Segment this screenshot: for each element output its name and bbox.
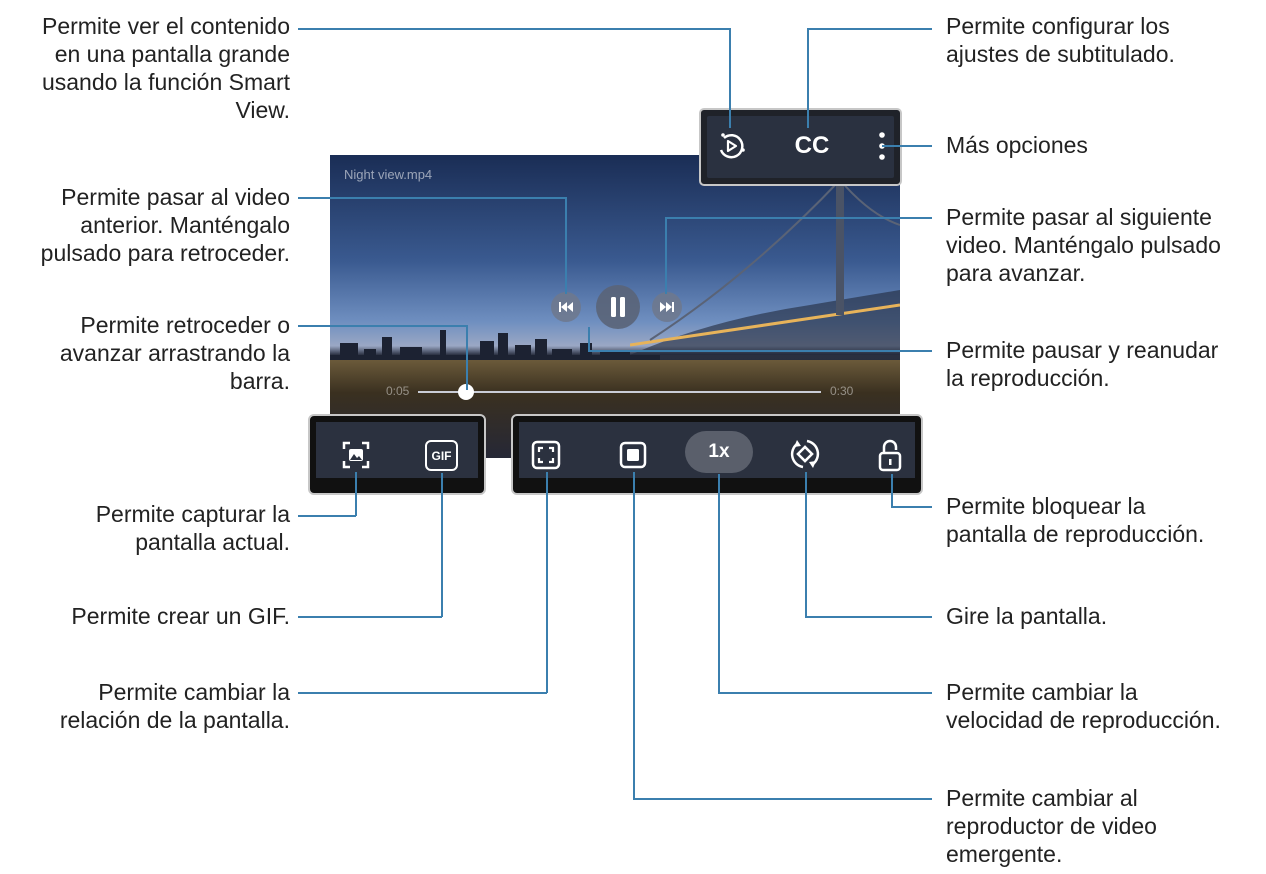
next-button[interactable] [652, 292, 682, 322]
playback-speed-button[interactable]: 1x [685, 431, 753, 473]
leader-line [718, 474, 720, 693]
leader-line [891, 474, 893, 507]
smart-view-button[interactable] [713, 128, 749, 164]
label-popup: Permite cambiar al reproductor de video … [946, 785, 1157, 867]
label-gif: Permite crear un GIF. [71, 603, 290, 629]
leader-line [298, 616, 442, 618]
gif-button[interactable]: GIF [425, 440, 458, 471]
leader-line [298, 325, 467, 327]
leader-line [882, 145, 932, 147]
label-capture: Permite capturar la pantalla actual. [95, 501, 290, 555]
aspect-ratio-icon [531, 440, 561, 470]
leader-line [805, 616, 932, 618]
leader-line [588, 327, 590, 351]
leader-line [807, 28, 809, 128]
video-title: Night view.mp4 [344, 167, 433, 182]
leader-line [298, 515, 356, 517]
leader-line [546, 472, 548, 693]
capture-button[interactable] [339, 438, 373, 472]
leader-line [588, 350, 932, 352]
lock-button[interactable] [873, 436, 907, 474]
pause-icon [611, 297, 625, 317]
rotate-screen-icon [790, 439, 820, 469]
label-previous: Permite pasar al video anterior. Manténg… [40, 184, 290, 266]
label-seek: Permite retroceder o avanzar arrastrando… [59, 312, 290, 394]
leader-line [718, 692, 932, 694]
leader-line [665, 217, 667, 294]
label-ratio: Permite cambiar la relación de la pantal… [59, 679, 290, 733]
bridge [630, 175, 900, 355]
popup-player-icon [619, 441, 647, 469]
leader-line [565, 197, 567, 294]
bottom-left-toolbar [308, 414, 486, 495]
leader-line [298, 197, 566, 199]
seek-bar[interactable] [418, 384, 821, 400]
leader-line [298, 692, 547, 694]
screenshot-icon [342, 441, 370, 469]
leader-line [808, 28, 932, 30]
leader-line [441, 473, 443, 617]
leader-line [666, 217, 932, 219]
leader-line [633, 798, 932, 800]
leader-line [891, 506, 932, 508]
popup-player-button[interactable] [616, 438, 650, 472]
leader-line [633, 472, 635, 799]
previous-button[interactable] [551, 292, 581, 322]
label-more-options: Más opciones [946, 132, 1088, 158]
label-pause: Permite pausar y reanudar la reproducció… [946, 337, 1219, 391]
smart-view-icon [719, 133, 745, 159]
leader-line [805, 472, 807, 617]
leader-line [355, 472, 357, 516]
label-subtitles: Permite configurar los ajustes de subtit… [946, 13, 1175, 67]
time-total: 0:30 [830, 384, 854, 398]
rotate-button[interactable] [787, 436, 823, 472]
leader-line [729, 28, 731, 128]
label-smart-view: Permite ver el contenido en una pantalla… [41, 13, 290, 123]
subtitles-button[interactable]: CC [788, 130, 836, 162]
lock-icon [878, 439, 902, 472]
label-rotate: Gire la pantalla. [946, 603, 1108, 629]
label-next: Permite pasar al siguiente video. Mantén… [946, 204, 1221, 286]
label-speed: Permite cambiar la velocidad de reproduc… [946, 679, 1221, 733]
leader-line [298, 28, 731, 30]
label-lock: Permite bloquear la pantalla de reproduc… [946, 493, 1205, 547]
skip-previous-icon [559, 302, 573, 312]
aspect-ratio-button[interactable] [529, 438, 563, 472]
skip-next-icon [660, 302, 674, 312]
pause-button[interactable] [596, 285, 640, 329]
leader-line [466, 325, 468, 390]
time-elapsed: 0:05 [386, 384, 410, 398]
